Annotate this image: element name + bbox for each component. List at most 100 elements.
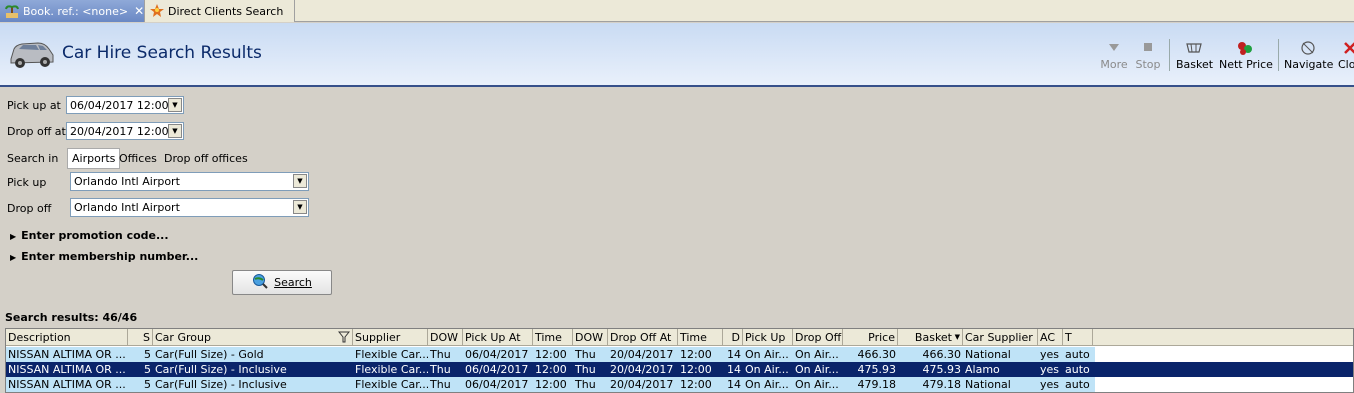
cell-pickup-at: 06/04/2017 bbox=[465, 348, 529, 361]
column-header-dropoff[interactable]: Drop Off bbox=[793, 329, 843, 346]
cell-description: NISSAN ALTIMA OR ... bbox=[8, 363, 126, 376]
search-button[interactable]: Search bbox=[232, 270, 332, 295]
column-header-time-2[interactable]: Time bbox=[678, 329, 723, 346]
cell-price: 479.18 bbox=[857, 378, 897, 391]
column-header-basket[interactable]: Basket ▼ bbox=[898, 329, 963, 346]
tab-direct-clients-search[interactable]: Direct Clients Search bbox=[145, 0, 295, 22]
column-header-t[interactable]: T bbox=[1063, 329, 1093, 346]
filter-icon[interactable] bbox=[337, 331, 351, 346]
triangle-right-icon: ▶ bbox=[10, 232, 17, 241]
search-in-offices[interactable]: Offices bbox=[115, 149, 161, 168]
column-header-time[interactable]: Time bbox=[533, 329, 573, 346]
cell-s: 5 bbox=[144, 378, 151, 391]
column-header-description[interactable]: Description bbox=[6, 329, 128, 346]
table-row[interactable]: NISSAN ALTIMA OR ... 5 Car(Full Size) - … bbox=[6, 377, 1353, 392]
cell-dropoff: On Air... bbox=[795, 348, 839, 361]
cell-ac: yes bbox=[1040, 378, 1060, 391]
basket-icon bbox=[1185, 40, 1203, 56]
price-icon bbox=[1236, 40, 1254, 56]
navigate-icon bbox=[1299, 40, 1317, 56]
cell-price: 466.30 bbox=[857, 348, 897, 361]
nett-price-button[interactable]: Nett Price bbox=[1219, 40, 1273, 74]
search-in-label: Search in bbox=[7, 152, 59, 165]
table-row-selected[interactable]: NISSAN ALTIMA OR ... 5 Car(Full Size) - … bbox=[6, 362, 1353, 377]
car-icon bbox=[8, 37, 56, 71]
cell-supplier: Flexible Car... bbox=[355, 348, 428, 361]
stop-button[interactable]: Stop bbox=[1134, 40, 1162, 74]
cell-dow: Thu bbox=[430, 378, 451, 391]
row-filler bbox=[1095, 377, 1353, 392]
column-header-pickup[interactable]: Pick Up bbox=[743, 329, 793, 346]
column-header-dow-2[interactable]: DOW bbox=[573, 329, 608, 346]
cell-pickup: On Air... bbox=[745, 378, 789, 391]
cell-dow-2: Thu bbox=[575, 348, 596, 361]
table-row[interactable]: NISSAN ALTIMA OR ... 5 Car(Full Size) - … bbox=[6, 347, 1353, 362]
cell-pickup-at: 06/04/2017 bbox=[465, 363, 529, 376]
dropoff-at-label: Drop off at bbox=[7, 125, 66, 138]
column-header-dropoff-at[interactable]: Drop Off At bbox=[608, 329, 678, 346]
dropoff-at-field[interactable]: 20/04/2017 12:00 ▼ bbox=[66, 122, 184, 140]
tab-booking[interactable]: Book. ref.: <none> ✕ bbox=[0, 0, 145, 22]
pickup-at-field[interactable]: 06/04/2017 12:00 ▼ bbox=[66, 96, 184, 114]
column-header-s[interactable]: S bbox=[128, 329, 153, 346]
search-in-airports[interactable]: Airports bbox=[67, 148, 121, 169]
cell-dow: Thu bbox=[430, 348, 451, 361]
cell-t: auto bbox=[1065, 378, 1090, 391]
pickup-select[interactable]: Orlando Intl Airport ▼ bbox=[70, 172, 309, 191]
cell-dropoff-at: 20/04/2017 bbox=[610, 363, 674, 376]
navigate-button[interactable]: Navigate bbox=[1284, 40, 1333, 74]
column-header-ac[interactable]: AC bbox=[1038, 329, 1063, 346]
chevron-down-icon[interactable]: ▼ bbox=[168, 98, 182, 112]
promotion-code-expander[interactable]: ▶ Enter promotion code... bbox=[10, 229, 169, 242]
column-header-car-supplier[interactable]: Car Supplier bbox=[963, 329, 1038, 346]
chevron-down-icon[interactable]: ▼ bbox=[168, 124, 182, 138]
cell-d: 14 bbox=[727, 378, 741, 391]
dropoff-select[interactable]: Orlando Intl Airport ▼ bbox=[70, 198, 309, 217]
dropoff-label: Drop off bbox=[7, 202, 52, 215]
cell-dow: Thu bbox=[430, 363, 451, 376]
toolbar-separator bbox=[1278, 39, 1279, 71]
cell-price: 475.93 bbox=[857, 363, 897, 376]
results-table[interactable]: Description S Car Group Supplier DOW Pic… bbox=[5, 328, 1354, 393]
chevron-down-icon[interactable]: ▼ bbox=[293, 174, 307, 188]
cell-pickup: On Air... bbox=[745, 348, 789, 361]
close-icon[interactable]: ✕ bbox=[134, 4, 144, 18]
tab-booking-label: Book. ref.: <none> bbox=[23, 4, 129, 18]
cell-ac: yes bbox=[1040, 348, 1060, 361]
cell-car-supplier: National bbox=[965, 378, 1011, 391]
column-header-car-group[interactable]: Car Group bbox=[153, 329, 353, 346]
cell-supplier: Flexible Car... bbox=[355, 378, 428, 391]
chevron-down-icon[interactable]: ▼ bbox=[293, 200, 307, 214]
column-header-d[interactable]: D bbox=[723, 329, 743, 346]
cell-time-2: 12:00 bbox=[680, 363, 712, 376]
triangle-right-icon: ▶ bbox=[10, 253, 17, 262]
cell-time-2: 12:00 bbox=[680, 348, 712, 361]
cell-dropoff-at: 20/04/2017 bbox=[610, 378, 674, 391]
cell-time: 12:00 bbox=[535, 378, 567, 391]
page-header: Car Hire Search Results More Stop Basket… bbox=[0, 23, 1354, 87]
search-in-dropoff-offices[interactable]: Drop off offices bbox=[160, 149, 252, 168]
cell-dropoff-at: 20/04/2017 bbox=[610, 348, 674, 361]
column-header-pickup-at[interactable]: Pick Up At bbox=[463, 329, 533, 346]
cell-time: 12:00 bbox=[535, 363, 567, 376]
basket-button[interactable]: Basket bbox=[1176, 40, 1213, 74]
close-red-icon bbox=[1342, 40, 1354, 56]
pickup-label: Pick up bbox=[7, 176, 47, 189]
more-button[interactable]: More bbox=[1100, 40, 1128, 74]
tab-direct-clients-label: Direct Clients Search bbox=[168, 4, 284, 18]
cell-car-supplier: National bbox=[965, 348, 1011, 361]
results-count: Search results: 46/46 bbox=[5, 311, 138, 324]
column-header-price[interactable]: Price bbox=[843, 329, 898, 346]
cell-t: auto bbox=[1065, 363, 1090, 376]
triangle-down-icon bbox=[1105, 40, 1123, 56]
stop-icon bbox=[1139, 40, 1157, 56]
close-button[interactable]: Close bbox=[1338, 40, 1354, 74]
cell-dropoff: On Air... bbox=[795, 378, 839, 391]
row-filler bbox=[1095, 347, 1353, 362]
cell-t: auto bbox=[1065, 348, 1090, 361]
cell-car-group: Car(Full Size) - Inclusive bbox=[155, 378, 287, 391]
column-header-dow[interactable]: DOW bbox=[428, 329, 463, 346]
membership-number-expander[interactable]: ▶ Enter membership number... bbox=[10, 250, 198, 263]
palm-icon bbox=[4, 3, 20, 19]
column-header-supplier[interactable]: Supplier bbox=[353, 329, 428, 346]
